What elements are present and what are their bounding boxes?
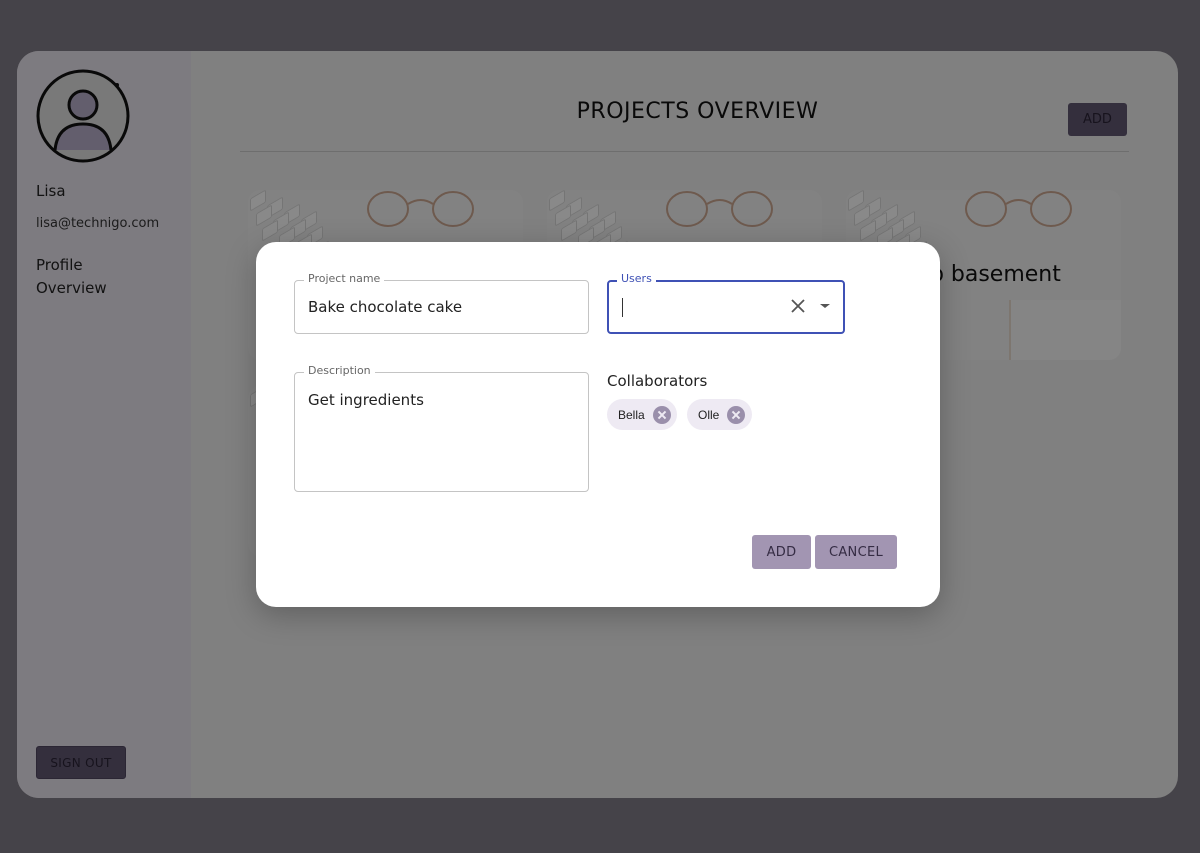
description-input[interactable]: Get ingredients bbox=[308, 391, 424, 409]
project-name-input[interactable]: Bake chocolate cake bbox=[308, 298, 462, 316]
text-cursor bbox=[622, 298, 623, 317]
add-project-dialog: Project name Bake chocolate cake Users D… bbox=[256, 242, 940, 607]
collaborators-title: Collaborators bbox=[607, 372, 708, 390]
description-label: Description bbox=[304, 364, 375, 377]
chip-remove-icon[interactable] bbox=[727, 405, 746, 424]
chip-label: Bella bbox=[618, 407, 645, 422]
clear-icon[interactable] bbox=[789, 297, 807, 315]
collaborator-chip: Olle bbox=[687, 399, 752, 430]
cancel-button[interactable]: CANCEL bbox=[815, 535, 897, 569]
project-name-field[interactable]: Project name Bake chocolate cake bbox=[294, 272, 589, 334]
users-label: Users bbox=[617, 272, 656, 285]
chip-remove-icon[interactable] bbox=[652, 405, 671, 424]
collaborator-chip: Bella bbox=[607, 399, 677, 430]
add-button[interactable]: ADD bbox=[752, 535, 811, 569]
chip-label: Olle bbox=[698, 407, 720, 422]
users-field[interactable]: Users bbox=[607, 272, 845, 334]
description-field[interactable]: Description Get ingredients bbox=[294, 364, 589, 492]
dropdown-arrow-icon[interactable] bbox=[819, 302, 831, 310]
project-name-label: Project name bbox=[304, 272, 385, 285]
